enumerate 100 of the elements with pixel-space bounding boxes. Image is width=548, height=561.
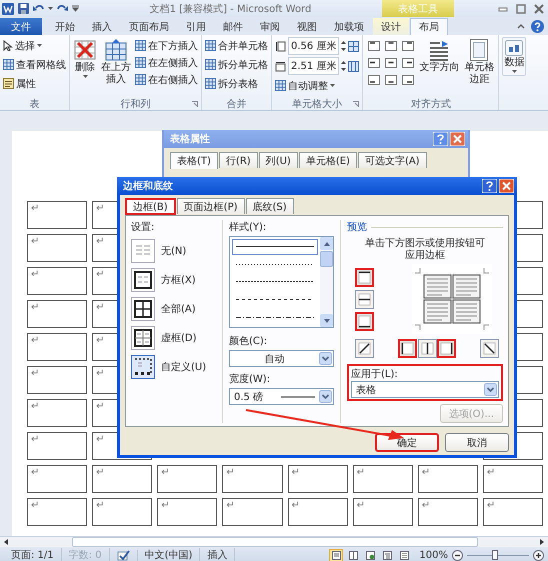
ribbon-tab[interactable]: 文件 — [0, 18, 42, 35]
inside-horizontal-border-button[interactable] — [355, 290, 374, 308]
cell-alignment-button[interactable] — [383, 73, 398, 87]
data-button[interactable]: 数据 — [502, 37, 526, 76]
dialog-launcher-icon[interactable] — [353, 101, 360, 107]
text-alignment-icon — [368, 75, 380, 85]
select-button[interactable]: 选择 — [3, 37, 42, 54]
help-icon[interactable] — [531, 20, 544, 32]
bottom-border-button[interactable] — [355, 312, 374, 330]
ribbon-tab[interactable]: 加载项 — [326, 18, 372, 35]
ribbon-tab[interactable]: 引用 — [178, 18, 214, 35]
insert-below-button[interactable]: 在下方插入 — [135, 37, 198, 54]
right-border-button[interactable] — [436, 339, 456, 358]
undo-icon[interactable] — [33, 4, 44, 14]
zoom-slider-thumb[interactable] — [492, 550, 498, 560]
dialog-tab[interactable]: 边框(B) — [125, 198, 176, 215]
dialog-tab[interactable]: 单元格(E) — [298, 152, 357, 168]
help-icon[interactable] — [482, 179, 497, 193]
apply-to-dropdown[interactable]: 表格 — [351, 381, 499, 398]
color-dropdown[interactable]: 自动 — [229, 350, 334, 367]
merge-cells-button[interactable]: 合并单元格 — [205, 37, 268, 54]
view-gridlines-button[interactable]: 查看网格线 — [3, 56, 66, 73]
top-border-button[interactable] — [355, 268, 374, 286]
dialog-tab[interactable]: 表格(T) — [170, 152, 218, 169]
distribute-rows-icon[interactable] — [348, 40, 360, 52]
draft-view-button[interactable] — [397, 548, 412, 561]
view-icon — [382, 550, 392, 560]
ribbon-tab[interactable]: 布局 — [410, 18, 448, 35]
reading-view-button[interactable] — [346, 548, 360, 561]
restore-icon[interactable] — [516, 4, 526, 14]
ribbon-tab[interactable]: 视图 — [289, 18, 325, 35]
cell-margins-button[interactable]: 单元格边距 — [463, 37, 496, 88]
border-icon — [420, 342, 434, 355]
cell-alignment-button[interactable] — [400, 39, 416, 53]
insert-left-button[interactable]: 在左侧插入 — [135, 54, 198, 71]
web-layout-button[interactable] — [363, 548, 378, 561]
table-cell: ↵ — [27, 234, 88, 262]
left-border-button[interactable] — [398, 339, 418, 358]
vertical-scrollbar[interactable] — [320, 237, 333, 327]
table-cell: ↵ — [27, 267, 88, 295]
dialog-tab[interactable]: 列(U) — [258, 152, 298, 168]
cell-alignment-button[interactable] — [366, 39, 382, 53]
cell-alignment-button[interactable] — [400, 56, 416, 70]
dialog-tab[interactable]: 页面边框(P) — [176, 198, 245, 214]
print-layout-button[interactable] — [329, 548, 344, 561]
dialog-launcher-icon[interactable] — [192, 101, 198, 107]
line-sample-icon — [236, 316, 314, 319]
zoom-in-icon[interactable] — [533, 550, 544, 560]
autofit-button[interactable]: 自动调整 — [275, 77, 335, 94]
cell-alignment-button[interactable] — [383, 39, 398, 53]
caret-icon — [512, 70, 517, 73]
properties-button[interactable]: 属性 — [3, 75, 36, 92]
ribbon-tab[interactable]: 开始 — [47, 18, 83, 35]
language-indicator[interactable]: 中文(中国) — [138, 548, 200, 561]
cell-alignment-button[interactable] — [366, 56, 382, 70]
line-style-option[interactable] — [232, 239, 318, 255]
width-field[interactable]: 2.51 厘米 — [288, 57, 340, 75]
dialog-tab[interactable]: 行(R) — [218, 152, 258, 168]
zoom-level[interactable]: 100% — [419, 550, 448, 560]
customize-toolbar-icon[interactable] — [72, 5, 79, 12]
cancel-button[interactable]: 取消 — [445, 433, 509, 452]
ribbon-tab[interactable]: 邮件 — [215, 18, 251, 35]
width-dropdown[interactable]: 0.5 磅 — [229, 388, 334, 405]
save-icon[interactable] — [18, 3, 29, 14]
ok-button[interactable]: 确定 — [375, 433, 439, 452]
proofing-icon[interactable] — [116, 550, 130, 560]
line-sample-icon — [236, 262, 314, 266]
table-cell: ↵ — [157, 498, 218, 526]
height-field[interactable]: 0.56 厘米 — [288, 37, 340, 55]
close-icon[interactable] — [534, 4, 544, 14]
ribbon-tab[interactable]: 审阅 — [252, 18, 288, 35]
table-cell: ↵ — [27, 201, 88, 229]
table-grid-icon — [3, 59, 14, 70]
dialog-tab[interactable]: 可选文字(A) — [358, 152, 427, 168]
horizontal-scrollbar[interactable] — [0, 536, 548, 547]
insert-above-button[interactable]: 在上方插入 — [100, 37, 132, 88]
redo-icon[interactable] — [57, 4, 68, 14]
text-alignment-icon — [368, 58, 380, 68]
cell-alignment-button[interactable] — [383, 56, 398, 70]
split-cells-button[interactable]: 拆分单元格 — [205, 56, 268, 73]
inside-vertical-border-button[interactable] — [418, 339, 436, 358]
ribbon-tab[interactable]: 页面布局 — [121, 18, 177, 35]
collapse-ribbon-icon[interactable] — [517, 23, 525, 29]
delete-button[interactable]: 删除 — [73, 37, 97, 80]
cell-alignment-button[interactable] — [366, 73, 382, 87]
ribbon-tab[interactable]: 插入 — [84, 18, 120, 35]
diagonal-up-border-button[interactable] — [355, 339, 374, 358]
zoom-out-icon[interactable] — [452, 550, 463, 560]
insert-mode-indicator[interactable]: 插入 — [200, 548, 236, 561]
properties-icon — [3, 78, 14, 89]
text-direction-button[interactable]: 文字方向 — [418, 37, 460, 76]
diagonal-down-border-button[interactable] — [480, 339, 499, 358]
insert-right-button[interactable]: 在右侧插入 — [135, 71, 198, 88]
distribute-columns-icon[interactable] — [348, 60, 360, 72]
line-style-list[interactable] — [229, 236, 334, 328]
dialog-tab[interactable]: 底纹(S) — [246, 198, 294, 214]
split-table-button[interactable]: 拆分表格 — [205, 75, 258, 92]
outline-view-button[interactable] — [380, 548, 394, 561]
cell-alignment-button[interactable] — [400, 73, 416, 87]
ribbon-tab[interactable]: 设计 — [373, 18, 409, 35]
